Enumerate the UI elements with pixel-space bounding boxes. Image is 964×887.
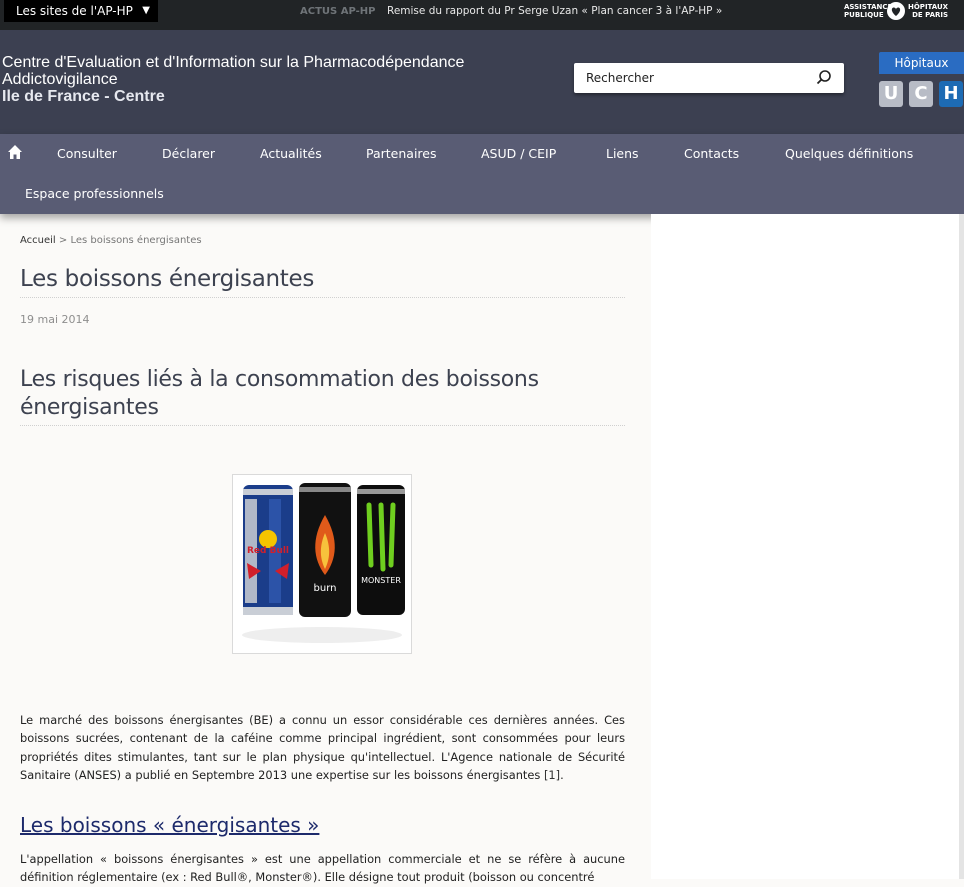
red-bull-label: Red Bull [247, 546, 289, 556]
actus-label: ACTUS AP-HP [300, 6, 376, 17]
article-heading: Les risques liés à la consommation des b… [20, 366, 625, 426]
breadcrumb-home-link[interactable]: Accueil [20, 235, 56, 246]
site-title-line1: Centre d'Evaluation et d'Information sur… [2, 54, 465, 71]
scrollbar-track[interactable] [959, 214, 964, 879]
red-bull-can: Red Bull [243, 485, 293, 615]
top-bar: Les sites de l'AP-HP ▼ ACTUS AP-HP Remis… [0, 0, 964, 30]
breadcrumb-separator: > [58, 235, 68, 246]
search-input[interactable] [586, 69, 806, 87]
heart-logo-icon [887, 2, 905, 20]
burn-label: burn [314, 583, 337, 594]
main-nav: Consulter Déclarer Actualités Partenaire… [0, 134, 964, 214]
nav-item-asud-ceip[interactable]: ASUD / CEIP [481, 146, 556, 161]
site-title-line2: Addictovigilance [2, 71, 118, 88]
site-header: Centre d'Evaluation et d'Information sur… [0, 30, 964, 134]
intro-paragraph-text: Le marché des boissons énergisantes (BE)… [20, 713, 625, 782]
breadcrumb: Accueil > Les boissons énergisantes [20, 235, 202, 246]
sites-dropdown-button[interactable]: Les sites de l'AP-HP ▼ [4, 0, 158, 22]
logo-text-right: HÔPITAUX DE PARIS [908, 3, 949, 19]
nav-item-partenaires[interactable]: Partenaires [366, 146, 437, 161]
nav-item-quelques-definitions[interactable]: Quelques définitions [785, 146, 913, 161]
uch-c-tile[interactable]: C [909, 81, 933, 107]
site-title[interactable]: Centre d'Evaluation et d'Information sur… [2, 54, 464, 105]
aphp-logo[interactable]: ASSISTANCE PUBLIQUE HÔPITAUX DE PARIS [844, 2, 949, 24]
monster-can: MONSTER [357, 485, 405, 615]
site-title-line3: Ile de France - Centre [2, 88, 165, 105]
logo-text-left: ASSISTANCE PUBLIQUE [844, 3, 893, 19]
uch-h-tile[interactable]: H [939, 81, 963, 107]
home-icon[interactable] [7, 144, 23, 160]
nav-item-liens[interactable]: Liens [606, 146, 639, 161]
intro-paragraph: Le marché des boissons énergisantes (BE)… [20, 711, 625, 784]
search-icon[interactable] [814, 68, 834, 88]
actus-news-link[interactable]: Remise du rapport du Pr Serge Uzan « Pla… [387, 5, 722, 17]
sidebar [651, 214, 964, 879]
section-paragraph: L'appellation « boissons énergisantes » … [20, 852, 625, 885]
nav-item-declarer[interactable]: Déclarer [162, 146, 215, 161]
nav-item-espace-professionnels[interactable]: Espace professionnels [25, 186, 164, 201]
sites-dropdown-label: Les sites de l'AP-HP [16, 4, 133, 18]
breadcrumb-current: Les boissons énergisantes [70, 235, 202, 246]
search-box [574, 63, 844, 93]
nav-item-actualites[interactable]: Actualités [260, 146, 322, 161]
footnote-link[interactable]: [1] [544, 768, 560, 782]
nav-item-consulter[interactable]: Consulter [57, 146, 117, 161]
monster-label: MONSTER [361, 576, 401, 585]
section-heading-link[interactable]: Les boissons « énergisantes » [20, 813, 319, 837]
uch-u-tile[interactable]: U [879, 81, 903, 107]
energy-drinks-image[interactable]: Red Bull burn MONSTER [232, 474, 412, 654]
hopitaux-button[interactable]: Hôpitaux [879, 52, 964, 74]
intro-paragraph-end: . [560, 767, 564, 782]
burn-can: burn [299, 483, 351, 617]
chevron-down-icon: ▼ [142, 5, 150, 16]
nav-item-contacts[interactable]: Contacts [684, 146, 739, 161]
page-title: Les boissons énergisantes [20, 266, 625, 298]
article-date: 19 mai 2014 [20, 313, 90, 326]
